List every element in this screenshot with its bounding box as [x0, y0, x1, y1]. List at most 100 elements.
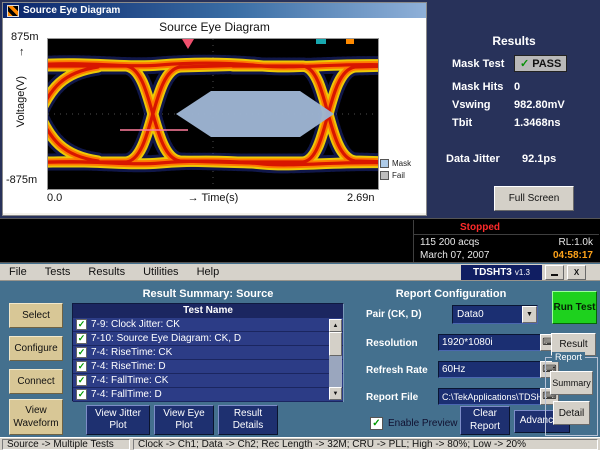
data-jitter-label: Data Jitter [446, 153, 522, 165]
y-axis-title: Voltage(V) [15, 76, 27, 127]
result-summary-table: Test Name ✓ 7-9: Clock Jitter: CK ✓ 7-10… [72, 303, 344, 402]
scope-status-strip: Stopped 115 200 acqs RL:1.0k March 07, 2… [0, 218, 600, 263]
window-icon [7, 5, 19, 17]
pass-check-icon: ✓ [76, 333, 87, 344]
view-eye-plot-button[interactable]: View Eye Plot [154, 405, 214, 435]
tbit-row: Tbit 1.3468ns [452, 117, 560, 129]
menu-file[interactable]: File [0, 266, 36, 278]
minimize-icon [551, 274, 558, 276]
x-axis-arrow-icon: → [188, 192, 199, 204]
mask-hits-label: Mask Hits [452, 81, 514, 93]
app-title-badge: TDSHT3 v1.3 [461, 265, 542, 280]
mask-hits-value: 0 [514, 81, 520, 93]
y-axis-min-label: -875m [6, 174, 37, 186]
tdsht3-application: Source Eye Diagram Source Eye Diagram 87… [0, 0, 600, 450]
data-jitter-row: Data Jitter 92.1ps [446, 153, 556, 165]
menu-help[interactable]: Help [188, 266, 229, 278]
x-axis-max-label: 2.69n [347, 192, 375, 204]
reference-marker-icon [346, 39, 354, 44]
clear-report-button[interactable]: Clear Report [460, 406, 510, 435]
legend-item-mask: Mask [380, 159, 411, 168]
menu-utilities[interactable]: Utilities [134, 266, 187, 278]
pass-check-icon: ✓ [76, 361, 87, 372]
test-row[interactable]: ✓ 7-4: FallTime: CK [73, 374, 343, 388]
report-group-label: Report [552, 352, 585, 362]
test-name-column-header: Test Name [73, 304, 343, 318]
report-file-field[interactable]: C:\TekApplications\TDSHT [438, 388, 544, 405]
mask-legend-label: Mask [392, 159, 411, 168]
vswing-value: 982.80mV [514, 99, 565, 111]
pass-check-icon: ✓ [76, 389, 87, 400]
menu-results[interactable]: Results [79, 266, 134, 278]
test-row[interactable]: ✓ 7-4: RiseTime: D [73, 360, 343, 374]
run-test-button[interactable]: Run Test [552, 291, 597, 324]
status-right: Clock -> Ch1; Data -> Ch2; Rec Length ->… [133, 439, 598, 450]
test-row[interactable]: ✓ 7-9: Clock Jitter: CK [73, 318, 343, 332]
test-row[interactable]: ✓ 7-4: FallTime: D [73, 388, 343, 402]
status-bar: Source -> Multiple Tests Clock -> Ch1; D… [0, 437, 600, 450]
window-title: Source Eye Diagram [23, 5, 120, 16]
y-axis-arrow-icon: ↑ [19, 46, 25, 58]
test-row[interactable]: ✓ 7-10: Source Eye Diagram: CK, D [73, 332, 343, 346]
configure-button[interactable]: Configure [9, 336, 63, 361]
refresh-rate-field[interactable]: 60Hz [438, 361, 544, 378]
mask-test-pass-badge: ✓ PASS [514, 55, 567, 72]
result-details-button[interactable]: Result Details [218, 405, 278, 435]
vswing-row: Vswing 982.80mV [452, 99, 565, 111]
pair-value: Data0 [453, 309, 522, 320]
data-jitter-value: 92.1ps [522, 153, 556, 165]
pass-check-icon: ✓ [520, 57, 529, 70]
status-left: Source -> Multiple Tests [2, 439, 130, 450]
scroll-down-icon[interactable]: ▼ [329, 387, 342, 400]
eye-diagram-svg [48, 39, 378, 189]
control-panel: Select Configure Connect View Waveform R… [0, 281, 600, 437]
scroll-up-icon[interactable]: ▲ [329, 319, 342, 332]
test-row[interactable]: ✓ 7-4: RiseTime: CK [73, 346, 343, 360]
connect-button[interactable]: Connect [9, 369, 63, 394]
eye-diagram-window: Source Eye Diagram Source Eye Diagram 87… [2, 2, 427, 216]
pass-check-icon: ✓ [76, 347, 87, 358]
y-axis-max-label: 875m [11, 31, 39, 43]
app-version: v1.3 [515, 268, 530, 277]
vswing-label: Vswing [452, 99, 514, 111]
select-button[interactable]: Select [9, 303, 63, 328]
window-titlebar[interactable]: Source Eye Diagram [3, 3, 426, 18]
menu-tests[interactable]: Tests [36, 266, 80, 278]
trigger-marker-icon [316, 39, 326, 44]
resolution-field[interactable]: 1920*1080i [438, 334, 544, 351]
acqs-count: 115 200 acqs [420, 237, 479, 248]
resolution-label: Resolution [366, 338, 418, 349]
minimize-button[interactable] [545, 265, 564, 280]
table-scrollbar[interactable]: ▲ ▼ [329, 319, 342, 400]
x-axis-min-label: 0.0 [47, 192, 62, 204]
dropdown-arrow-icon[interactable]: ▼ [522, 306, 537, 323]
record-length: RL:1.0k [559, 237, 593, 248]
scope-date: March 07, 2007 [420, 250, 490, 261]
x-axis-title: → Time(s) [153, 192, 273, 204]
pass-check-icon: ✓ [76, 375, 87, 386]
refresh-rate-label: Refresh Rate [366, 365, 428, 376]
scrollbar-thumb[interactable] [329, 332, 342, 356]
report-group: Report Summary Detail [545, 357, 598, 436]
view-jitter-plot-button[interactable]: View Jitter Plot [86, 405, 150, 435]
detail-button[interactable]: Detail [553, 401, 590, 425]
scope-time: 04:58:17 [553, 250, 593, 261]
enable-preview-checkbox[interactable]: ✓ [370, 417, 383, 430]
menu-bar: File Tests Results Utilities Help TDSHT3… [0, 264, 600, 281]
acquisition-status: Stopped [414, 220, 599, 235]
view-waveform-button[interactable]: View Waveform [9, 399, 63, 435]
chart-title: Source Eye Diagram [3, 20, 426, 34]
legend-item-fail: Fail [380, 171, 405, 180]
full-screen-button[interactable]: Full Screen [494, 186, 574, 211]
app-name: TDSHT3 [473, 267, 512, 278]
report-config-title: Report Configuration [356, 288, 546, 300]
tbit-value: 1.3468ns [514, 117, 560, 129]
pair-dropdown[interactable]: Data0 ▼ [452, 305, 538, 324]
pass-check-icon: ✓ [76, 319, 87, 330]
eye-diagram-body: Source Eye Diagram 875m ↑ Voltage(V) -87… [3, 18, 426, 213]
results-panel: Results Mask Test ✓ PASS Mask Hits 0 Vsw… [428, 0, 600, 218]
eye-diagram-plot [47, 38, 379, 190]
summary-button[interactable]: Summary [550, 371, 593, 395]
scope-display-area: Source Eye Diagram Source Eye Diagram 87… [0, 0, 600, 218]
close-button[interactable]: X [567, 265, 586, 280]
